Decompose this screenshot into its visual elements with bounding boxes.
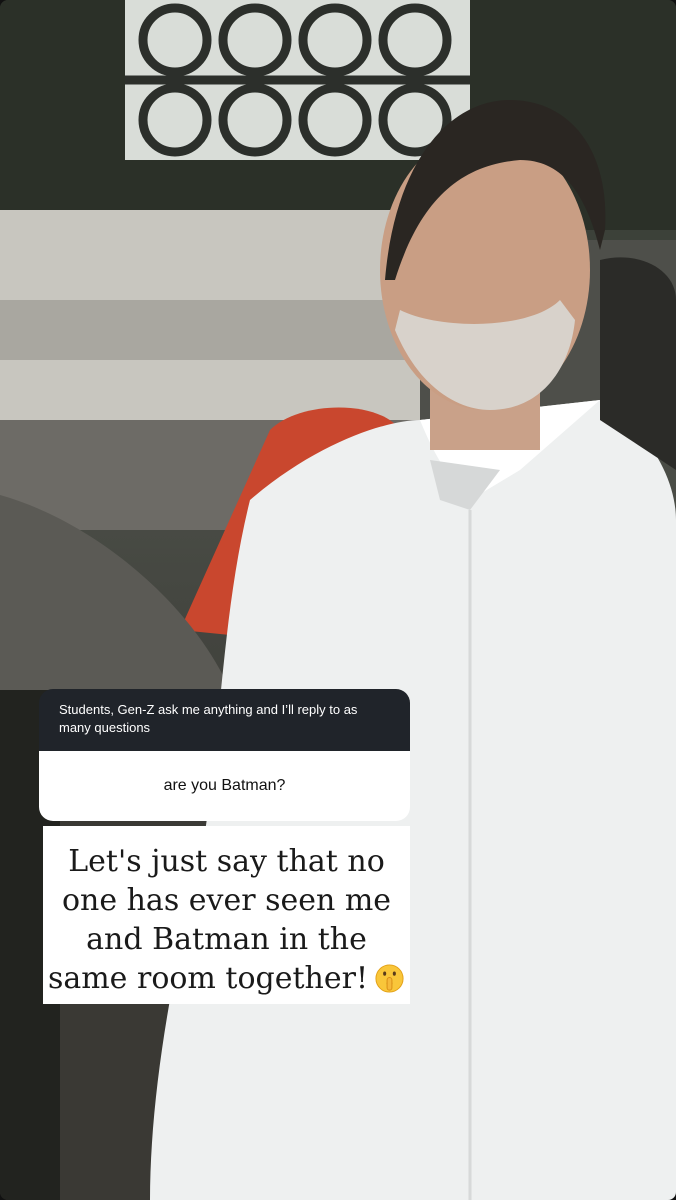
shushing-face-icon (375, 964, 404, 993)
question-prompt: Students, Gen-Z ask me anything and I’ll… (39, 689, 410, 751)
question-answer: are you Batman? (39, 751, 410, 821)
reply-text-block: Let's just say that no one has ever seen… (43, 826, 410, 998)
question-sticker[interactable]: Students, Gen-Z ask me anything and I’ll… (39, 689, 410, 821)
background-photo (0, 0, 676, 1200)
reply-text: Let's just say that no one has ever seen… (47, 844, 392, 996)
reply-card: Let's just say that no one has ever seen… (43, 826, 410, 1004)
story-view: Students, Gen-Z ask me anything and I’ll… (0, 0, 676, 1200)
